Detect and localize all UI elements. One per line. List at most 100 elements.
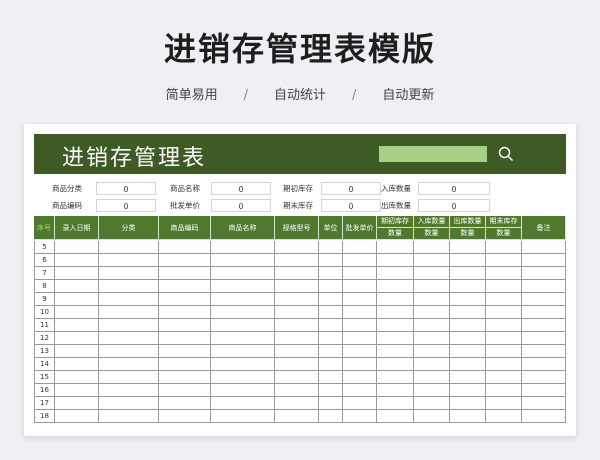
table-cell[interactable] bbox=[377, 254, 414, 267]
summary-value[interactable]: 0 bbox=[96, 199, 156, 212]
table-cell[interactable] bbox=[211, 293, 275, 306]
row-number[interactable]: 12 bbox=[34, 332, 55, 345]
table-cell[interactable] bbox=[99, 280, 159, 293]
table-cell[interactable] bbox=[377, 306, 414, 319]
column-header[interactable]: 录入日期 bbox=[55, 216, 99, 240]
table-cell[interactable] bbox=[522, 293, 566, 306]
table-cell[interactable] bbox=[343, 280, 377, 293]
table-cell[interactable] bbox=[343, 254, 377, 267]
table-cell[interactable] bbox=[159, 319, 211, 332]
row-number[interactable]: 8 bbox=[34, 280, 55, 293]
table-cell[interactable] bbox=[414, 397, 450, 410]
table-cell[interactable] bbox=[211, 332, 275, 345]
table-cell[interactable] bbox=[99, 306, 159, 319]
summary-value[interactable]: 0 bbox=[418, 199, 490, 212]
table-cell[interactable] bbox=[211, 358, 275, 371]
table-cell[interactable] bbox=[486, 293, 522, 306]
table-cell[interactable] bbox=[159, 306, 211, 319]
table-cell[interactable] bbox=[414, 358, 450, 371]
table-cell[interactable] bbox=[343, 241, 377, 254]
table-cell[interactable] bbox=[319, 371, 343, 384]
column-header[interactable]: 期初库存 数量 bbox=[377, 216, 414, 240]
table-cell[interactable] bbox=[522, 397, 566, 410]
row-number[interactable]: 7 bbox=[34, 267, 55, 280]
table-cell[interactable] bbox=[99, 332, 159, 345]
table-cell[interactable] bbox=[319, 306, 343, 319]
table-cell[interactable] bbox=[486, 397, 522, 410]
table-cell[interactable] bbox=[522, 267, 566, 280]
summary-value[interactable]: 0 bbox=[321, 199, 381, 212]
table-cell[interactable] bbox=[275, 397, 319, 410]
table-cell[interactable] bbox=[522, 358, 566, 371]
summary-value[interactable]: 0 bbox=[96, 182, 156, 195]
table-cell[interactable] bbox=[450, 254, 486, 267]
table-cell[interactable] bbox=[159, 332, 211, 345]
table-cell[interactable] bbox=[319, 319, 343, 332]
table-cell[interactable] bbox=[377, 267, 414, 280]
table-cell[interactable] bbox=[99, 241, 159, 254]
table-cell[interactable] bbox=[55, 345, 99, 358]
table-cell[interactable] bbox=[275, 332, 319, 345]
column-header[interactable]: 出库数量 数量 bbox=[450, 216, 486, 240]
table-cell[interactable] bbox=[377, 332, 414, 345]
table-cell[interactable] bbox=[377, 358, 414, 371]
table-cell[interactable] bbox=[275, 293, 319, 306]
table-cell[interactable] bbox=[377, 384, 414, 397]
table-cell[interactable] bbox=[343, 332, 377, 345]
table-cell[interactable] bbox=[55, 319, 99, 332]
table-cell[interactable] bbox=[414, 410, 450, 423]
table-cell[interactable] bbox=[275, 241, 319, 254]
table-cell[interactable] bbox=[414, 293, 450, 306]
table-cell[interactable] bbox=[55, 280, 99, 293]
table-cell[interactable] bbox=[275, 319, 319, 332]
row-number[interactable]: 6 bbox=[34, 254, 55, 267]
table-cell[interactable] bbox=[319, 358, 343, 371]
table-cell[interactable] bbox=[414, 345, 450, 358]
table-cell[interactable] bbox=[414, 371, 450, 384]
table-cell[interactable] bbox=[319, 241, 343, 254]
table-cell[interactable] bbox=[486, 267, 522, 280]
column-header[interactable]: 商品编码 bbox=[159, 216, 211, 240]
table-cell[interactable] bbox=[450, 241, 486, 254]
table-cell[interactable] bbox=[319, 254, 343, 267]
table-cell[interactable] bbox=[275, 345, 319, 358]
table-cell[interactable] bbox=[159, 280, 211, 293]
table-cell[interactable] bbox=[99, 358, 159, 371]
table-cell[interactable] bbox=[377, 319, 414, 332]
column-header[interactable]: 序号 bbox=[34, 216, 55, 240]
table-cell[interactable] bbox=[211, 254, 275, 267]
table-cell[interactable] bbox=[486, 371, 522, 384]
row-number[interactable]: 9 bbox=[34, 293, 55, 306]
table-cell[interactable] bbox=[450, 306, 486, 319]
column-header[interactable]: 分类 bbox=[99, 216, 159, 240]
table-cell[interactable] bbox=[159, 410, 211, 423]
row-number[interactable]: 14 bbox=[34, 358, 55, 371]
table-cell[interactable] bbox=[55, 358, 99, 371]
table-cell[interactable] bbox=[55, 293, 99, 306]
table-cell[interactable] bbox=[522, 384, 566, 397]
table-cell[interactable] bbox=[275, 410, 319, 423]
table-cell[interactable] bbox=[450, 319, 486, 332]
table-cell[interactable] bbox=[343, 293, 377, 306]
table-cell[interactable] bbox=[450, 397, 486, 410]
table-cell[interactable] bbox=[55, 241, 99, 254]
table-cell[interactable] bbox=[522, 280, 566, 293]
table-cell[interactable] bbox=[275, 280, 319, 293]
table-cell[interactable] bbox=[343, 345, 377, 358]
table-cell[interactable] bbox=[486, 384, 522, 397]
table-cell[interactable] bbox=[319, 267, 343, 280]
summary-value[interactable]: 0 bbox=[211, 199, 271, 212]
table-cell[interactable] bbox=[275, 384, 319, 397]
table-cell[interactable] bbox=[159, 384, 211, 397]
table-cell[interactable] bbox=[275, 306, 319, 319]
table-cell[interactable] bbox=[450, 293, 486, 306]
table-cell[interactable] bbox=[211, 306, 275, 319]
column-header[interactable]: 单位 bbox=[319, 216, 343, 240]
table-cell[interactable] bbox=[55, 306, 99, 319]
table-cell[interactable] bbox=[99, 267, 159, 280]
table-cell[interactable] bbox=[414, 254, 450, 267]
table-cell[interactable] bbox=[343, 319, 377, 332]
summary-value[interactable]: 0 bbox=[418, 182, 490, 195]
table-cell[interactable] bbox=[450, 358, 486, 371]
table-cell[interactable] bbox=[99, 254, 159, 267]
